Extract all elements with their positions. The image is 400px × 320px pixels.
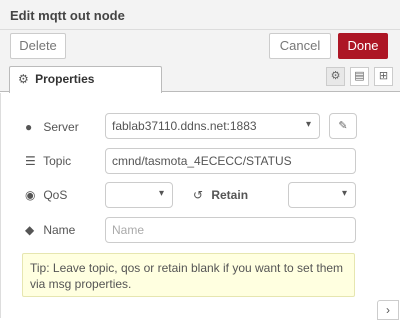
- chevron-down-icon: ▾: [341, 188, 347, 199]
- delete-button[interactable]: Delete: [10, 33, 66, 59]
- history-icon: ↺: [193, 188, 204, 202]
- qos-select[interactable]: ▾: [105, 182, 173, 208]
- server-select[interactable]: fablab37110.ddns.net:1883 ▾: [105, 113, 320, 139]
- description-icon[interactable]: ▤: [350, 67, 369, 86]
- tab-properties[interactable]: ⚙ Properties: [9, 66, 162, 93]
- gear-icon: ⚙: [18, 72, 29, 86]
- cancel-button[interactable]: Cancel: [269, 33, 331, 59]
- chevron-right-icon[interactable]: ›: [377, 300, 399, 320]
- edit-server-button[interactable]: ✎: [329, 113, 357, 139]
- node-settings-icon[interactable]: ⚙: [326, 67, 345, 86]
- name-input[interactable]: Name: [105, 217, 356, 243]
- tag-icon: ◆: [25, 223, 35, 237]
- chevron-down-icon: ▾: [158, 188, 164, 199]
- tasks-icon: ☰: [25, 154, 36, 168]
- globe-icon: ●: [25, 120, 33, 134]
- target-icon: ◉: [25, 188, 36, 202]
- dialog-toolbar: Delete Cancel Done: [0, 30, 400, 62]
- topic-input[interactable]: cmnd/tasmota_4ECECC/STATUS: [105, 148, 356, 174]
- chevron-down-icon: ▾: [305, 119, 311, 130]
- pencil-icon: ✎: [338, 120, 348, 132]
- done-button[interactable]: Done: [338, 33, 388, 59]
- tip-box: Tip: Leave topic, qos or retain blank if…: [22, 253, 355, 297]
- server-label: Server: [43, 120, 79, 134]
- tab-properties-label: Properties: [35, 72, 95, 86]
- appearance-icon[interactable]: ⊞: [374, 67, 393, 86]
- name-placeholder: Name: [112, 223, 145, 237]
- topic-label: Topic: [43, 154, 72, 168]
- retain-select[interactable]: ▾: [288, 182, 356, 208]
- tab-bar: ⚙ Properties ⚙ ▤ ⊞: [0, 62, 400, 93]
- qos-label: QoS: [43, 188, 68, 202]
- retain-label: Retain: [211, 188, 249, 202]
- name-label: Name: [43, 223, 76, 237]
- dialog-title: Edit mqtt out node: [0, 0, 400, 30]
- topic-value: cmnd/tasmota_4ECECC/STATUS: [112, 154, 292, 168]
- server-value: fablab37110.ddns.net:1883: [112, 119, 257, 133]
